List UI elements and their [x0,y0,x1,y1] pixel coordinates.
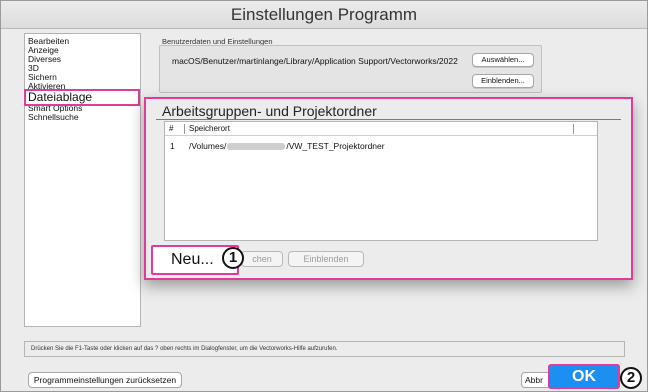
row-number: 1 [170,141,175,151]
row-location: /Volumes/ /VW_TEST_Projektordner [189,140,385,152]
table-header: # Speicherort [165,122,597,136]
workgroup-folders-panel: Arbeitsgruppen- und Projektordner # Spei… [144,97,633,280]
column-divider [184,124,185,134]
help-hint: Drücken Sie die F1-Taste oder klicken au… [24,341,625,357]
category-list: Bearbeiten Anzeige Diverses 3D Sichern A… [24,33,141,327]
cancel-button[interactable]: Abbr [521,372,551,388]
choose-folder-button[interactable]: Auswählen... [472,53,534,67]
callout-2: 2 [620,367,642,389]
window-title: Einstellungen Programm [1,1,647,29]
delete-button[interactable]: chen [241,251,283,267]
path-start: /Volumes/ [189,141,227,151]
ok-button[interactable]: OK [548,364,620,389]
preferences-window: Einstellungen Programm Bearbeiten Anzeig… [0,0,648,392]
sidebar-item-schnellsuche[interactable]: Schnellsuche [28,113,140,122]
redacted-segment [227,143,286,151]
reset-preferences-button[interactable]: Programmeinstellungen zurücksetzen [28,372,182,388]
reveal-userdata-button[interactable]: Einblenden... [472,74,534,88]
workgroup-title: Arbeitsgruppen- und Projektordner [162,103,377,119]
workgroup-folder-table: # Speicherort 1 /Volumes/ /VW_TEST_Projek… [164,121,598,241]
table-row[interactable]: 1 /Volumes/ /VW_TEST_Projektordner [165,140,597,152]
userdata-group: macOS/Benutzer/martinlange/Library/Appli… [159,45,542,93]
path-end: /VW_TEST_Projektordner [286,141,385,151]
column-divider [573,124,574,134]
reveal-folder-button[interactable]: Einblenden [288,251,364,267]
column-header-location[interactable]: Speicherort [189,122,230,136]
sidebar-item-diverses[interactable]: Diverses [28,55,140,64]
userdata-path: macOS/Benutzer/martinlange/Library/Appli… [172,56,458,66]
title-divider [156,119,621,120]
callout-1: 1 [222,247,244,269]
column-header-number[interactable]: # [169,122,173,136]
